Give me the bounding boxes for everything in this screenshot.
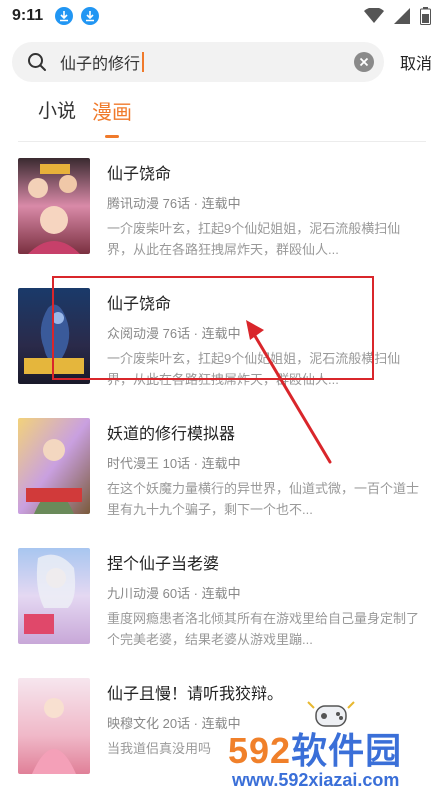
cancel-button[interactable]: 取消 [388, 50, 432, 74]
wifi-icon [364, 8, 384, 23]
watermark-number: 592 [228, 730, 292, 771]
watermark-logo: 592软件园 [228, 722, 402, 774]
list-item[interactable]: 捏个仙子当老婆 九川动漫 60话 · 连载中 重度网瘾患者洛北倾其所有在游戏里给… [0, 532, 445, 662]
tab-label: 漫画 [92, 102, 133, 124]
list-item[interactable]: 妖道的修行模拟器 时代漫王 10话 · 连载中 在这个妖魔力量横行的异世界，仙道… [0, 402, 445, 532]
comic-description: 重度网瘾患者洛北倾其所有在游戏里给自己量身定制了个完美老婆，结果老婆从游戏里蹦.… [107, 611, 420, 647]
comic-description: 一介废柴叶玄，扛起9个仙妃姐姐，泥石流般横扫仙界，从此在各路狂拽屌炸天，群殴仙人… [107, 221, 401, 257]
list-item[interactable]: 仙子饶命 腾讯动漫 76话 · 连载中 一介废柴叶玄，扛起9个仙妃姐姐，泥石流般… [0, 142, 445, 272]
status-time: 9:11 [12, 7, 44, 24]
search-row: 仙子的修行 取消 [12, 42, 432, 82]
comic-cover [18, 418, 90, 514]
comic-meta: 映穆文化 20话 · 连载中 [107, 716, 241, 731]
signal-icon [394, 8, 410, 24]
comic-title: 仙子饶命 [107, 296, 172, 313]
comic-title: 妖道的修行模拟器 [107, 426, 236, 443]
tab-indicator [105, 135, 120, 138]
watermark: 592软件园 www.592xiazai.com [222, 694, 444, 791]
comic-meta: 时代漫王 10话 · 连载中 [107, 456, 241, 471]
search-query: 仙子的修行 [60, 56, 141, 73]
comic-meta: 腾讯动漫 76话 · 连载中 [107, 196, 241, 211]
tab-label: 小说 [38, 101, 77, 122]
comic-description: 在这个妖魔力量横行的异世界，仙道式微，一百个道士里有九十九个骗子，剩下一个也不.… [107, 481, 420, 517]
search-input[interactable]: 仙子的修行 [12, 42, 384, 82]
search-icon [28, 53, 46, 71]
comic-title: 仙子饶命 [107, 166, 172, 183]
comic-meta: 众阅动漫 76话 · 连载中 [107, 326, 241, 341]
battery-icon [420, 7, 431, 25]
clear-icon[interactable] [354, 52, 374, 72]
tab-novel[interactable]: 小说 [38, 96, 76, 134]
watermark-url: www.592xiazai.com [232, 770, 400, 790]
comic-cover [18, 158, 90, 254]
comic-description: 一介废柴叶玄，扛起9个仙妃姐姐，泥石流般横扫仙界，从此在各路狂拽屌炸天，群殴仙人… [107, 351, 401, 387]
watermark-text: 软件园 [291, 730, 403, 771]
text-caret [142, 52, 145, 72]
comic-meta: 九川动漫 60话 · 连载中 [107, 586, 241, 601]
comic-cover [18, 288, 90, 384]
tab-comic[interactable]: 漫画 [92, 96, 133, 138]
download-icon [55, 7, 74, 25]
download-icon [81, 7, 100, 25]
comic-cover [18, 678, 90, 774]
category-tabs: 小说 漫画 [38, 96, 133, 138]
comic-cover [18, 548, 90, 644]
list-item[interactable]: 仙子饶命 众阅动漫 76话 · 连载中 一介废柴叶玄，扛起9个仙妃姐姐，泥石流般… [0, 272, 445, 402]
comic-title: 捏个仙子当老婆 [107, 556, 220, 573]
status-bar: 9:11 [0, 0, 445, 32]
